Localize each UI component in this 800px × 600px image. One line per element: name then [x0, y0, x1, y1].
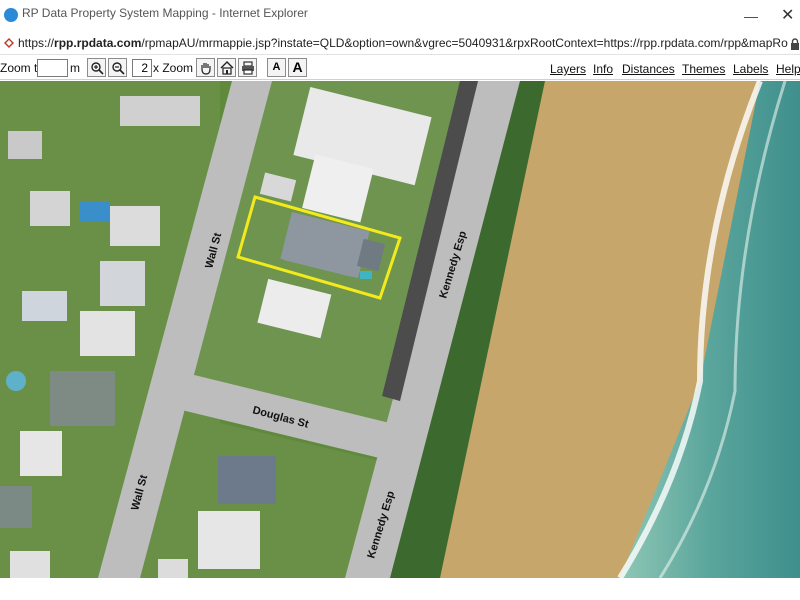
pan-hand-icon: [201, 63, 211, 75]
window-title: RP Data Property System Mapping - Intern…: [22, 6, 308, 20]
zoom-out-button[interactable]: [108, 58, 127, 77]
building: [50, 371, 115, 426]
zoom-factor-input[interactable]: 2: [132, 59, 152, 77]
swimming-pool: [6, 371, 26, 391]
building: [120, 96, 200, 126]
building: [30, 191, 70, 226]
close-button[interactable]: ✕: [781, 5, 794, 25]
home-button[interactable]: [217, 58, 236, 77]
large-font-button[interactable]: A: [288, 58, 307, 77]
print-icon: [242, 61, 254, 75]
swimming-pool: [80, 201, 110, 221]
url-host: rpp.rpdata.com: [54, 36, 142, 50]
menu-labels[interactable]: Labels: [733, 62, 768, 76]
map-toolbar: Zoom to m 2 x Zoom A A Layers Info Dista…: [0, 56, 800, 80]
building: [100, 261, 145, 306]
window-title-bar: RP Data Property System Mapping - Intern…: [0, 0, 800, 33]
url-text[interactable]: https://rpp.rpdata.com/rpmapAU/mrmappie.…: [18, 36, 788, 50]
zoom-unit-label: m: [70, 61, 80, 75]
menu-layers[interactable]: Layers: [550, 62, 586, 76]
home-icon: [220, 61, 234, 75]
building: [10, 551, 50, 578]
pan-button[interactable]: [196, 58, 215, 77]
building: [8, 131, 42, 159]
menu-info[interactable]: Info: [593, 62, 613, 76]
aerial-map[interactable]: Wall St Wall St Douglas St Kennedy Esp K…: [0, 81, 800, 578]
zoom-out-icon: [112, 62, 125, 75]
swimming-pool: [360, 271, 372, 279]
url-path: /rpmapAU/mrmappie.jsp?instate=QLD&option…: [141, 36, 788, 50]
address-bar[interactable]: https://rpp.rpdata.com/rpmapAU/mrmappie.…: [0, 33, 800, 55]
building: [0, 486, 32, 528]
building: [158, 559, 188, 578]
print-button[interactable]: [238, 58, 257, 77]
url-protocol: https://: [18, 36, 55, 50]
zoom-to-input[interactable]: [37, 59, 68, 77]
zoom-in-icon: [91, 62, 104, 75]
minimize-button[interactable]: —: [744, 8, 758, 24]
lock-icon: [791, 38, 799, 50]
menu-distances[interactable]: Distances: [622, 62, 675, 76]
building: [218, 456, 276, 504]
menu-themes[interactable]: Themes: [682, 62, 725, 76]
building: [110, 206, 160, 246]
zoom-factor-label: x Zoom: [153, 61, 194, 75]
status-strip: [0, 578, 800, 600]
building: [22, 291, 67, 321]
zoom-in-button[interactable]: [87, 58, 106, 77]
small-font-button[interactable]: A: [267, 58, 286, 77]
building: [20, 431, 62, 476]
site-favicon-icon: [4, 38, 14, 48]
internet-explorer-icon: [4, 8, 18, 22]
map-canvas[interactable]: Wall St Wall St Douglas St Kennedy Esp K…: [0, 81, 800, 578]
building: [80, 311, 135, 356]
building: [198, 511, 260, 569]
menu-help[interactable]: Help: [776, 62, 800, 76]
